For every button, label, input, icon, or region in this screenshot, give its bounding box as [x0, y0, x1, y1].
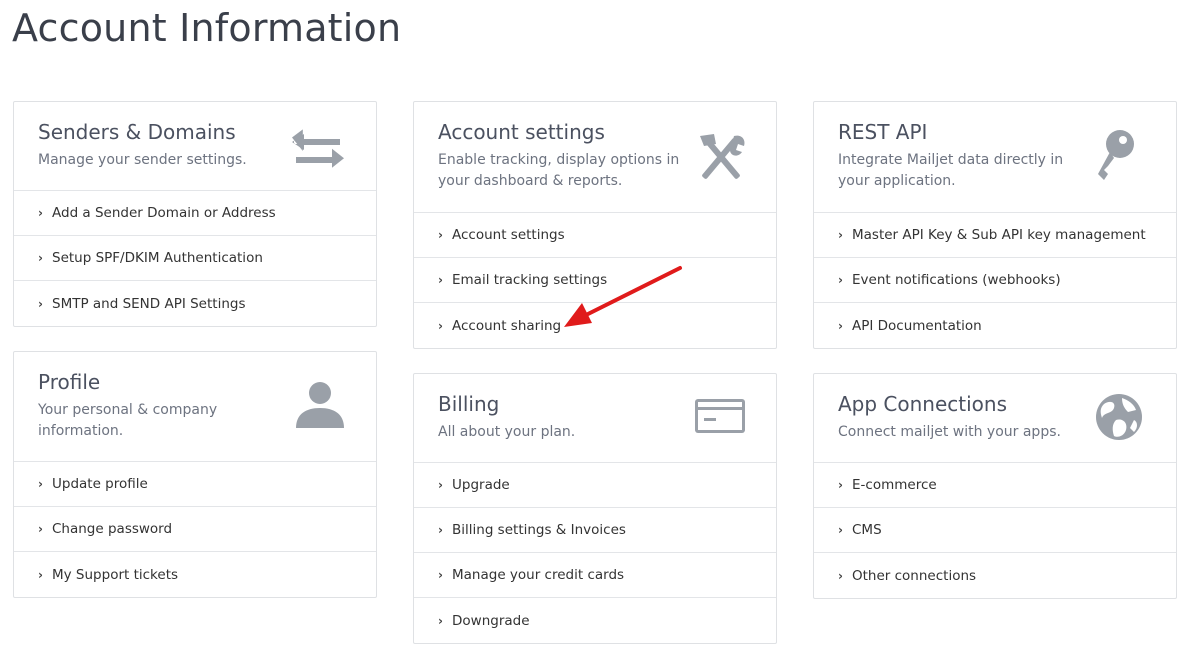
chevron-right-icon: ›: [838, 318, 843, 333]
link-event-notifications[interactable]: › Event notifications (webhooks): [814, 258, 1176, 303]
chevron-right-icon: ›: [438, 228, 443, 242]
chevron-right-icon: ›: [438, 523, 443, 537]
card-header: App Connections Connect mailjet with you…: [814, 374, 1176, 463]
link-billing-invoices[interactable]: › Billing settings & Invoices: [414, 508, 776, 553]
swap-arrows-icon: [290, 124, 346, 180]
card-profile: Profile Your personal & company informat…: [13, 351, 377, 598]
chevron-right-icon: ›: [438, 613, 443, 628]
card-description: Your personal & company information.: [38, 402, 218, 439]
page-title: Account Information: [12, 6, 402, 50]
card-senders-domains: Senders & Domains Manage your sender set…: [13, 101, 377, 327]
card-description: Enable tracking, display options in your…: [438, 152, 680, 189]
chevron-right-icon: ›: [38, 296, 43, 311]
link-setup-spf-dkim[interactable]: › Setup SPF/DKIM Authentication: [14, 236, 376, 281]
link-upgrade[interactable]: › Upgrade: [414, 463, 776, 508]
chevron-right-icon: ›: [438, 568, 443, 582]
card-account-settings: Account settings Enable tracking, displa…: [413, 101, 777, 349]
card-header: Profile Your personal & company informat…: [14, 352, 376, 462]
link-credit-cards[interactable]: › Manage your credit cards: [414, 553, 776, 598]
link-cms[interactable]: › CMS: [814, 508, 1176, 553]
link-email-tracking[interactable]: › Email tracking settings: [414, 258, 776, 303]
chevron-right-icon: ›: [838, 568, 843, 583]
chevron-right-icon: ›: [38, 251, 43, 265]
link-other-connections[interactable]: › Other connections: [814, 553, 1176, 598]
card-app-connections: App Connections Connect mailjet with you…: [813, 373, 1177, 599]
column-left: Senders & Domains Manage your sender set…: [13, 101, 377, 622]
chevron-right-icon: ›: [38, 206, 43, 220]
chevron-right-icon: ›: [438, 318, 443, 333]
link-api-key-management[interactable]: › Master API Key & Sub API key management: [814, 213, 1176, 258]
column-middle: Account settings Enable tracking, displa…: [413, 101, 777, 668]
card-header: Billing All about your plan.: [414, 374, 776, 463]
link-add-sender[interactable]: › Add a Sender Domain or Address: [14, 191, 376, 236]
chevron-right-icon: ›: [38, 567, 43, 582]
key-icon: [1092, 128, 1140, 182]
column-right: REST API Integrate Mailjet data directly…: [813, 101, 1177, 623]
link-change-password[interactable]: › Change password: [14, 507, 376, 552]
credit-card-icon: [694, 396, 746, 436]
chevron-right-icon: ›: [38, 477, 43, 491]
link-smtp-send-api[interactable]: › SMTP and SEND API Settings: [14, 281, 376, 326]
chevron-right-icon: ›: [838, 478, 843, 492]
card-description: Manage your sender settings.: [38, 152, 247, 168]
card-rest-api: REST API Integrate Mailjet data directly…: [813, 101, 1177, 349]
link-downgrade[interactable]: › Downgrade: [414, 598, 776, 643]
card-header: REST API Integrate Mailjet data directly…: [814, 102, 1176, 213]
card-description: All about your plan.: [438, 424, 576, 440]
card-description: Integrate Mailjet data directly in your …: [838, 152, 1064, 189]
link-update-profile[interactable]: › Update profile: [14, 462, 376, 507]
card-description: Connect mailjet with your apps.: [838, 424, 1061, 440]
chevron-right-icon: ›: [438, 478, 443, 492]
card-header: Account settings Enable tracking, displa…: [414, 102, 776, 213]
chevron-right-icon: ›: [838, 228, 843, 242]
link-account-settings[interactable]: › Account settings: [414, 213, 776, 258]
globe-icon: [1094, 392, 1144, 442]
card-header: Senders & Domains Manage your sender set…: [14, 102, 376, 191]
link-support-tickets[interactable]: › My Support tickets: [14, 552, 376, 597]
link-account-sharing[interactable]: › Account sharing: [414, 303, 776, 348]
link-api-documentation[interactable]: › API Documentation: [814, 303, 1176, 348]
user-icon: [294, 378, 346, 430]
chevron-right-icon: ›: [38, 522, 43, 536]
link-ecommerce[interactable]: › E-commerce: [814, 463, 1176, 508]
tools-icon: [694, 130, 748, 184]
chevron-right-icon: ›: [438, 273, 443, 287]
chevron-right-icon: ›: [838, 273, 843, 287]
chevron-right-icon: ›: [838, 523, 843, 537]
card-billing: Billing All about your plan. › Upgrade › B…: [413, 373, 777, 644]
